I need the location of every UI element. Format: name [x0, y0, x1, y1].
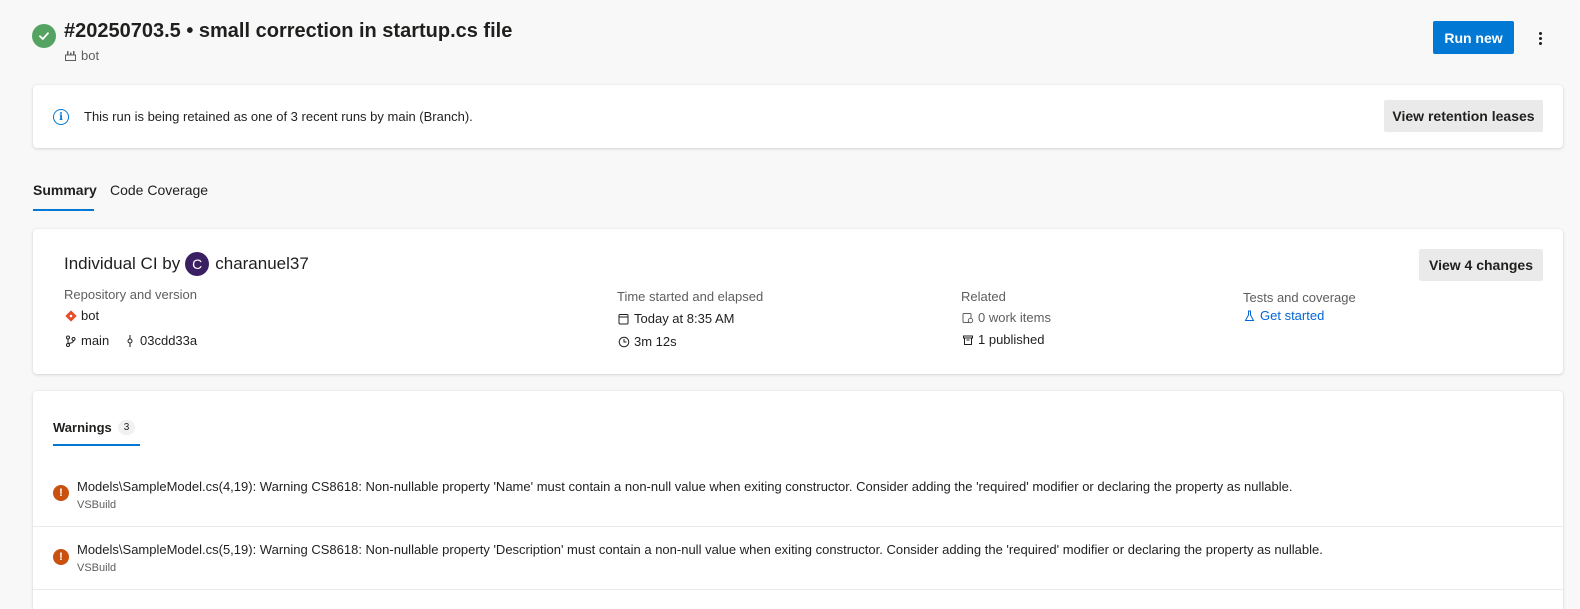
pipeline-name[interactable]: bot: [64, 48, 99, 63]
branch-icon: [64, 334, 77, 347]
page-title: #20250703.5 • small correction in startu…: [64, 20, 513, 42]
warnings-count-badge: 3: [117, 420, 136, 435]
warning-source: VSBuild: [77, 562, 117, 574]
repository-link[interactable]: bot: [64, 308, 99, 323]
repository-label: Repository and version: [64, 287, 197, 302]
success-status-icon: [32, 24, 56, 48]
run-new-button[interactable]: Run new: [1433, 21, 1514, 54]
avatar[interactable]: C: [185, 252, 210, 276]
more-actions-icon[interactable]: [1530, 26, 1550, 50]
warning-icon: !: [53, 549, 69, 565]
run-trigger-title: Individual CI by C charanuel37: [64, 252, 309, 276]
time-label: Time started and elapsed: [617, 289, 764, 304]
view-retention-leases-button[interactable]: View retention leases: [1384, 100, 1543, 132]
git-repo-icon: [64, 309, 77, 322]
get-started-text: Get started: [1260, 308, 1325, 323]
warnings-tab-label: Warnings: [53, 420, 112, 435]
retention-banner: i This run is being retained as one of 3…: [33, 85, 1563, 148]
warning-message: Models\SampleModel.cs(4,19): Warning CS8…: [77, 479, 1293, 494]
view-changes-button[interactable]: View 4 changes: [1419, 249, 1543, 281]
commit-hash: 03cdd33a: [140, 333, 198, 348]
tests-label: Tests and coverage: [1243, 290, 1356, 305]
started-time: Today at 8:35 AM: [634, 311, 735, 326]
tab-code-coverage[interactable]: Code Coverage: [110, 182, 208, 198]
warning-source: VSBuild: [77, 499, 117, 511]
info-icon: i: [53, 109, 69, 125]
branch-link[interactable]: main: [64, 333, 109, 348]
branch-name: main: [81, 333, 110, 348]
user-name[interactable]: charanuel37: [215, 254, 309, 274]
warning-icon: !: [53, 485, 69, 501]
tab-warnings[interactable]: Warnings 3: [53, 420, 136, 435]
time-elapsed: 3m 12s: [617, 334, 677, 349]
get-started-link[interactable]: Get started: [1243, 308, 1324, 323]
warnings-tab-indicator: [53, 444, 140, 446]
pipeline-label: bot: [81, 48, 100, 63]
published-count: 1 published: [978, 332, 1045, 347]
work-items-link[interactable]: 0 work items: [961, 310, 1051, 325]
work-items-count: 0 work items: [978, 310, 1051, 325]
commit-link[interactable]: 03cdd33a: [123, 333, 197, 348]
warning-row[interactable]: ! Models\SampleModel.cs(4,19): Warning C…: [33, 464, 1563, 527]
work-item-icon: [961, 311, 974, 324]
trigger-text: Individual CI by: [64, 254, 181, 273]
clock-icon: [617, 335, 630, 348]
published-link[interactable]: 1 published: [961, 332, 1045, 347]
run-summary-card: Individual CI by C charanuel37 View 4 ch…: [33, 229, 1563, 374]
artifact-icon: [961, 333, 974, 346]
tab-selected-indicator: [33, 209, 94, 211]
warnings-card: Warnings 3 ! Models\SampleModel.cs(4,19)…: [33, 391, 1563, 609]
repository-name: bot: [81, 308, 100, 323]
flask-icon: [1243, 309, 1256, 322]
commit-icon: [123, 334, 136, 347]
tab-summary[interactable]: Summary: [33, 182, 97, 198]
related-label: Related: [961, 289, 1006, 304]
calendar-icon: [617, 312, 630, 325]
elapsed-time: 3m 12s: [634, 334, 677, 349]
warning-message: Models\SampleModel.cs(5,19): Warning CS8…: [77, 542, 1323, 557]
pipeline-icon: [64, 49, 77, 62]
retention-message: This run is being retained as one of 3 r…: [84, 109, 473, 124]
warning-row[interactable]: ! Models\SampleModel.cs(5,19): Warning C…: [33, 527, 1563, 590]
time-started: Today at 8:35 AM: [617, 311, 734, 326]
